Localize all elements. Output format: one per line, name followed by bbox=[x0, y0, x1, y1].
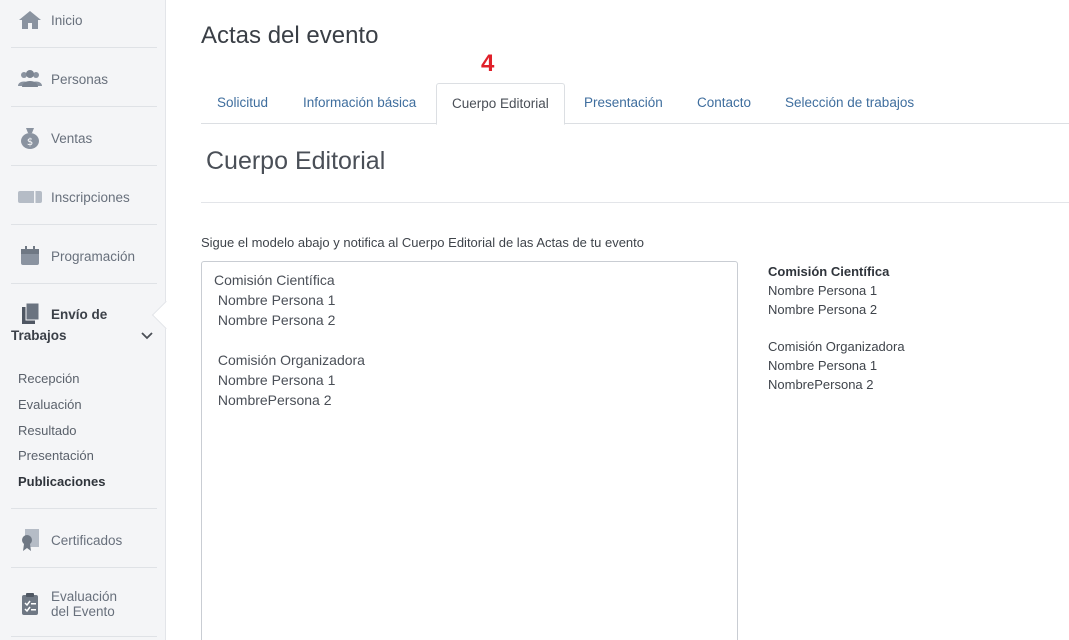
preview-line: Comisión Organizadora bbox=[768, 339, 905, 354]
sidebar-item-programacion[interactable]: Programación bbox=[11, 244, 157, 268]
tab-informacion-basica[interactable]: Información básica bbox=[303, 83, 416, 124]
sidebar-item-personas[interactable]: Personas bbox=[11, 67, 157, 91]
divider bbox=[11, 165, 157, 166]
editor-line: NombrePersona 2 bbox=[214, 392, 332, 408]
sidebar-item-label: Inicio bbox=[51, 12, 83, 28]
clipboard-icon bbox=[17, 592, 43, 616]
sidebar-item-evaluacion-del-evento[interactable]: Evaluación del Evento bbox=[11, 588, 157, 620]
preview-line: Nombre Persona 1 bbox=[768, 283, 878, 298]
envio-label: Envío de Trabajos bbox=[11, 307, 108, 343]
tab-bar: Solicitud Información básica Cuerpo Edit… bbox=[201, 83, 1069, 125]
svg-text:$: $ bbox=[27, 137, 33, 148]
divider bbox=[11, 106, 157, 107]
submenu-item-presentacion[interactable]: Presentación bbox=[18, 448, 94, 463]
step-marker: 4 bbox=[481, 50, 495, 77]
divider bbox=[11, 224, 157, 225]
preview-panel: Comisión Científica Nombre Persona 1 Nom… bbox=[768, 262, 905, 394]
editor-line: Comisión Organizadora bbox=[214, 352, 365, 368]
preview-line: Nombre Persona 2 bbox=[768, 302, 878, 317]
divider bbox=[201, 202, 1069, 203]
sidebar-item-label: Personas bbox=[51, 71, 109, 87]
sidebar-item-label: Ventas bbox=[51, 130, 93, 146]
sidebar-item-inicio[interactable]: Inicio bbox=[11, 8, 157, 32]
editorial-board-textarea[interactable]: Comisión Científica Nombre Persona 1 Nom… bbox=[201, 261, 738, 640]
divider bbox=[11, 283, 157, 284]
sidebar-item-label: Inscripciones bbox=[51, 189, 130, 205]
tab-seleccion-de-trabajos[interactable]: Selección de trabajos bbox=[785, 83, 914, 124]
divider bbox=[11, 508, 157, 509]
submenu-item-recepcion[interactable]: Recepción bbox=[18, 371, 79, 386]
tab-cuerpo-editorial[interactable]: Cuerpo Editorial bbox=[436, 83, 565, 125]
tab-solicitud[interactable]: Solicitud bbox=[217, 83, 268, 124]
tab-presentacion[interactable]: Presentación bbox=[584, 83, 663, 124]
page-title: Actas del evento bbox=[201, 22, 379, 49]
chevron-down-icon[interactable] bbox=[141, 331, 153, 341]
preview-line: Nombre Persona 1 bbox=[768, 358, 878, 373]
submenu-item-evaluacion[interactable]: Evaluación bbox=[18, 397, 82, 412]
submenu-item-publicaciones[interactable]: Publicaciones bbox=[18, 474, 105, 489]
money-bag-icon: $ bbox=[17, 126, 43, 150]
editor-line: Nombre Persona 1 bbox=[214, 292, 336, 308]
section-title: Cuerpo Editorial bbox=[206, 147, 386, 175]
preview-line: NombrePersona 2 bbox=[768, 377, 874, 392]
sidebar-item-label: Programación bbox=[51, 248, 136, 264]
home-icon bbox=[17, 8, 43, 32]
certificate-icon bbox=[17, 528, 43, 552]
divider bbox=[11, 567, 157, 568]
preview-heading: Comisión Científica bbox=[768, 264, 890, 279]
editor-line: Comisión Científica bbox=[214, 272, 335, 288]
sidebar-item-label: Certificados bbox=[51, 532, 123, 548]
sidebar: Inicio Personas $ Ventas Inscripciones P… bbox=[0, 0, 181, 640]
instructions-text: Sigue el modelo abajo y notifica al Cuer… bbox=[201, 235, 644, 250]
editor-line: Nombre Persona 1 bbox=[214, 372, 336, 388]
divider bbox=[11, 636, 157, 637]
sidebar-item-inscripciones[interactable]: Inscripciones bbox=[11, 185, 157, 209]
editor-line: Nombre Persona 2 bbox=[214, 312, 336, 328]
tab-contacto[interactable]: Contacto bbox=[697, 83, 751, 124]
people-icon bbox=[17, 67, 43, 91]
sidebar-item-ventas[interactable]: $ Ventas bbox=[11, 126, 157, 150]
sidebar-item-label: Envío de Trabajos bbox=[11, 304, 157, 346]
submenu-item-resultado[interactable]: Resultado bbox=[18, 423, 77, 438]
divider bbox=[11, 47, 157, 48]
preview-gap bbox=[768, 319, 905, 337]
ticket-icon bbox=[17, 185, 43, 209]
sidebar-item-certificados[interactable]: Certificados bbox=[11, 528, 157, 552]
calendar-icon bbox=[17, 244, 43, 268]
sidebar-item-label: Evaluación del Evento bbox=[51, 589, 118, 619]
